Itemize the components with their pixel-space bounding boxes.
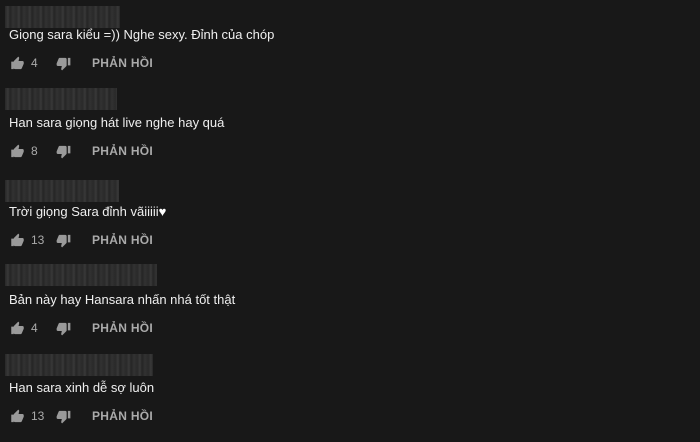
reply-button[interactable]: PHẢN HỒI — [92, 409, 153, 423]
comment-actions: 4 PHẢN HỒI — [9, 320, 153, 336]
like-count: 13 — [31, 409, 45, 423]
thumbs-up-icon[interactable] — [9, 143, 25, 159]
comment-text-body: Trời giọng Sara đỉnh vãiiiii — [9, 204, 159, 219]
reply-button[interactable]: PHẢN HỒI — [92, 56, 153, 70]
thumbs-up-icon[interactable] — [9, 232, 25, 248]
comment: Trời giọng Sara đỉnh vãiiiii♥ 13 PHẢN HỒ… — [0, 176, 700, 264]
comment-text: Bản này hay Hansara nhấn nhá tốt thật — [9, 292, 236, 307]
thumbs-up-icon[interactable] — [9, 320, 25, 336]
like-count: 4 — [31, 321, 38, 335]
thumbs-down-icon[interactable] — [55, 143, 71, 159]
like-count: 8 — [31, 144, 38, 158]
thumbs-down-icon[interactable] — [55, 320, 71, 336]
like-count: 13 — [31, 233, 45, 247]
heart-emoji-icon: ♥ — [158, 204, 167, 219]
comment: Han sara giọng hát live nghe hay quá 8 P… — [0, 88, 700, 176]
comment-text: Trời giọng Sara đỉnh vãiiiii♥ — [9, 204, 166, 220]
comment-author-name-blurred[interactable] — [5, 264, 157, 286]
comment-actions: 4 PHẢN HỒI — [9, 55, 153, 71]
comment-actions: 8 PHẢN HỒI — [9, 143, 153, 159]
comment-text: Han sara xinh dễ sợ luôn — [9, 380, 155, 395]
comment-actions: 13 PHẢN HỒI — [9, 408, 153, 424]
reply-button[interactable]: PHẢN HỒI — [92, 321, 153, 335]
comment: Han sara xinh dễ sợ luôn 13 PHẢN HỒI — [0, 352, 700, 440]
comment: Giọng sara kiểu =)) Nghe sexy. Đỉnh của … — [0, 0, 700, 88]
thumbs-up-icon[interactable] — [9, 55, 25, 71]
thumbs-down-icon[interactable] — [55, 232, 71, 248]
comment-author-name-blurred[interactable] — [5, 354, 153, 376]
comment-author-name-blurred[interactable] — [5, 88, 117, 110]
comment-text: Giọng sara kiểu =)) Nghe sexy. Đỉnh của … — [9, 27, 275, 42]
comment-actions: 13 PHẢN HỒI — [9, 232, 153, 248]
thumbs-down-icon[interactable] — [55, 408, 71, 424]
like-count: 4 — [31, 56, 38, 70]
comment-author-name-blurred[interactable] — [5, 6, 120, 28]
thumbs-up-icon[interactable] — [9, 408, 25, 424]
comment: Bản này hay Hansara nhấn nhá tốt thật 4 … — [0, 264, 700, 352]
reply-button[interactable]: PHẢN HỒI — [92, 233, 153, 247]
comment-text: Han sara giọng hát live nghe hay quá — [9, 115, 225, 130]
comment-author-name-blurred[interactable] — [5, 180, 119, 202]
thumbs-down-icon[interactable] — [55, 55, 71, 71]
reply-button[interactable]: PHẢN HỒI — [92, 144, 153, 158]
